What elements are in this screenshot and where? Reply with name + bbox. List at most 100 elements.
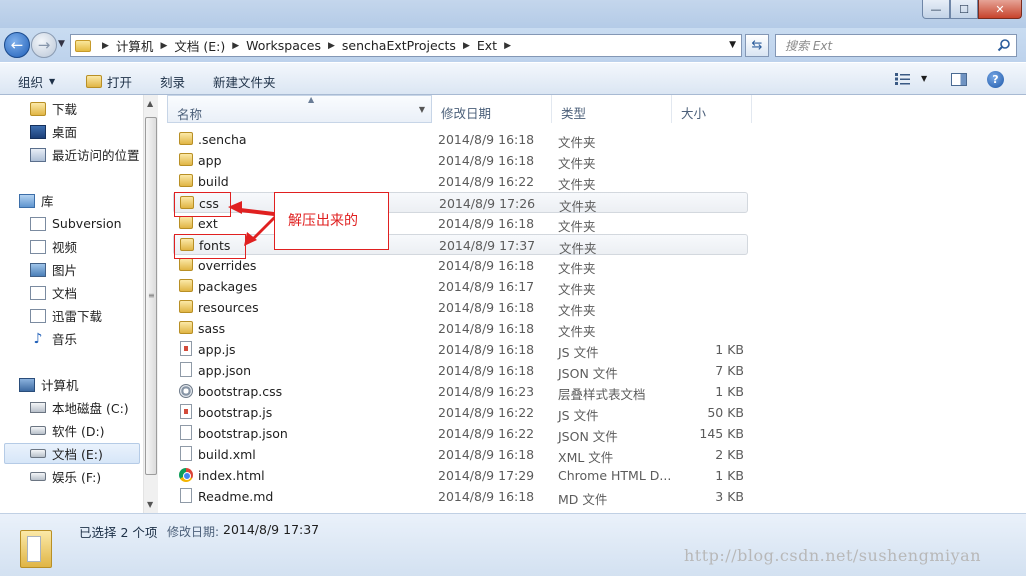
search-icon[interactable] (997, 38, 1011, 52)
nav-item-downloads[interactable]: 下载 (30, 98, 77, 119)
file-date: 2014/8/9 16:22 (438, 174, 535, 189)
file-row[interactable]: app.js 2014/8/9 16:18 JS 文件 1 KB (173, 339, 748, 360)
nav-item-recent-places[interactable]: 最近访问的位置 (30, 144, 140, 165)
modified-date-value: 2014/8/9 17:37 (223, 522, 320, 537)
library-icon (30, 216, 46, 231)
file-date: 2014/8/9 16:22 (438, 426, 535, 441)
nav-item-videos[interactable]: 视频 (30, 236, 77, 257)
file-row[interactable]: packages 2014/8/9 16:17 文件夹 (173, 276, 748, 297)
file-type: MD 文件 (558, 492, 608, 507)
document-file-icon (180, 488, 192, 503)
file-size: 145 KB (699, 426, 744, 441)
close-button[interactable]: ✕ (978, 0, 1022, 19)
file-row[interactable]: Readme.md 2014/8/9 16:18 MD 文件 3 KB (173, 486, 748, 507)
recent-pages-dropdown[interactable]: ▼ (58, 39, 65, 49)
file-row[interactable]: sass 2014/8/9 16:18 文件夹 (173, 318, 748, 339)
folder-icon (179, 300, 193, 313)
chevron-down-icon[interactable]: ▼ (419, 105, 425, 114)
file-row[interactable]: bootstrap.js 2014/8/9 16:22 JS 文件 50 KB (173, 402, 748, 423)
file-date: 2014/8/9 17:26 (439, 196, 536, 211)
nav-pane-scrollbar[interactable]: ▲ ≡ ▼ (143, 95, 158, 513)
file-name: app.js (198, 342, 236, 357)
nav-item-music[interactable]: ♪ 音乐 (30, 328, 77, 349)
breadcrumb-workspaces[interactable]: Workspaces (246, 38, 321, 53)
breadcrumb-senchaextprojects[interactable]: senchaExtProjects (342, 38, 456, 53)
open-button[interactable]: 打开 (86, 72, 132, 91)
file-type: JS 文件 (558, 345, 599, 360)
breadcrumb-computer[interactable]: 计算机 (116, 36, 154, 55)
file-row[interactable]: build 2014/8/9 16:22 文件夹 (173, 171, 748, 192)
file-type: 文件夹 (558, 282, 596, 297)
chevron-right-icon[interactable]: ▶ (504, 41, 511, 51)
column-header-type[interactable]: 类型 (552, 95, 672, 123)
annotation-arrows (228, 201, 274, 246)
nav-item-pictures[interactable]: 图片 (30, 259, 77, 280)
nav-item-drive-e[interactable]: 文档 (E:) (4, 443, 140, 464)
scroll-up-icon[interactable]: ▲ (147, 99, 153, 108)
nav-item-label: 图片 (52, 263, 78, 278)
maximize-button[interactable]: ☐ (950, 0, 978, 19)
chevron-right-icon[interactable]: ▶ (328, 41, 335, 51)
file-row[interactable]: resources 2014/8/9 16:18 文件夹 (173, 297, 748, 318)
file-row[interactable]: .sencha 2014/8/9 16:18 文件夹 (173, 129, 748, 150)
file-row[interactable]: app 2014/8/9 16:18 文件夹 (173, 150, 748, 171)
xunlei-library-icon (30, 308, 46, 323)
chevron-right-icon[interactable]: ▶ (160, 41, 167, 51)
folder-icon (179, 174, 193, 187)
file-date: 2014/8/9 17:29 (438, 468, 535, 483)
forward-button[interactable]: → (31, 32, 57, 58)
burn-button[interactable]: 刻录 (160, 72, 185, 91)
chevron-right-icon[interactable]: ▶ (232, 41, 239, 51)
file-row[interactable]: app.json 2014/8/9 16:18 JSON 文件 7 KB (173, 360, 748, 381)
refresh-button[interactable]: ⇆ (745, 34, 769, 57)
preview-pane-icon[interactable] (951, 73, 967, 86)
chevron-right-icon[interactable]: ▶ (463, 41, 470, 51)
column-label: 类型 (561, 106, 587, 121)
file-type: 文件夹 (558, 324, 596, 339)
back-button[interactable]: ← (4, 32, 30, 58)
nav-item-subversion[interactable]: Subversion (30, 213, 122, 234)
change-view-icon[interactable] (895, 73, 911, 85)
nav-item-documents[interactable]: 文档 (30, 282, 77, 303)
file-date: 2014/8/9 17:37 (439, 238, 536, 253)
scroll-down-icon[interactable]: ▼ (147, 500, 153, 509)
folder-icon (179, 321, 193, 334)
navigation-pane: 下载 桌面 最近访问的位置 库 Subversion 视频 图片 文档 迅雷下载… (0, 95, 143, 513)
nav-item-xunlei[interactable]: 迅雷下载 (30, 305, 102, 326)
file-row[interactable]: build.xml 2014/8/9 16:18 XML 文件 2 KB (173, 444, 748, 465)
window-controls: — ☐ ✕ (922, 0, 1022, 19)
nav-item-drive-f[interactable]: 娱乐 (F:) (30, 466, 101, 487)
annotation-callout: 解压出来的 (274, 192, 389, 250)
file-row[interactable]: bootstrap.json 2014/8/9 16:22 JSON 文件 145 K… (173, 423, 748, 444)
nav-item-drive-d[interactable]: 软件 (D:) (30, 420, 105, 441)
column-header-name[interactable]: ▲ 名称 ▼ (167, 95, 432, 123)
nav-item-computer[interactable]: 计算机 (19, 374, 79, 395)
new-folder-button[interactable]: 新建文件夹 (213, 72, 276, 91)
breadcrumb-drive-e[interactable]: 文档 (E:) (174, 36, 225, 55)
video-library-icon (30, 239, 46, 254)
nav-item-libraries[interactable]: 库 (19, 190, 54, 211)
nav-item-desktop[interactable]: 桌面 (30, 121, 77, 142)
file-type: JSON 文件 (558, 366, 618, 381)
file-row[interactable]: bootstrap.css 2014/8/9 16:23 层叠样式表文档 1 KB (173, 381, 748, 402)
file-type: XML 文件 (558, 450, 614, 465)
minimize-button[interactable]: — (922, 0, 950, 19)
breadcrumb-ext[interactable]: Ext (477, 38, 497, 53)
grip-icon: ≡ (148, 291, 155, 300)
nav-item-label: 文档 (52, 286, 78, 301)
file-size: 1 KB (715, 384, 744, 399)
file-row[interactable]: overrides 2014/8/9 16:18 文件夹 (173, 255, 748, 276)
file-size: 1 KB (715, 342, 744, 357)
view-options-dropdown[interactable]: ▼ (921, 74, 927, 83)
chevron-right-icon[interactable]: ▶ (102, 41, 109, 51)
file-row[interactable]: index.html 2014/8/9 17:29 Chrome HTML D...… (173, 465, 748, 486)
address-bar[interactable]: ▶ 计算机 ▶ 文档 (E:) ▶ Workspaces ▶ senchaExt… (70, 34, 742, 57)
chevron-down-icon[interactable]: ▼ (729, 40, 736, 50)
organize-menu[interactable]: 组织 ▼ (18, 72, 55, 91)
help-icon[interactable]: ? (987, 71, 1004, 88)
column-header-size[interactable]: 大小 (672, 95, 752, 123)
nav-item-drive-c[interactable]: 本地磁盘 (C:) (30, 397, 129, 418)
search-input[interactable]: 搜索 Ext (775, 34, 1017, 57)
column-header-date[interactable]: 修改日期 (432, 95, 552, 123)
scrollbar-thumb[interactable]: ≡ (145, 117, 157, 475)
